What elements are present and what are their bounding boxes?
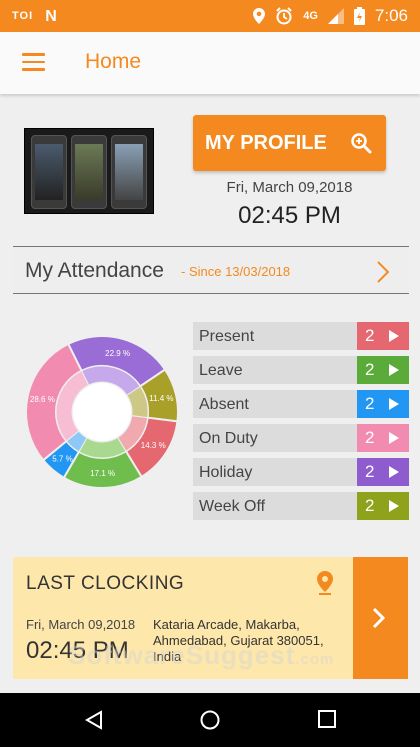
donut-value-label: 17.1 % (90, 469, 115, 478)
attendance-legend-row[interactable]: Present 2 (193, 322, 409, 350)
last-clocking-date: Fri, March 09,2018 (26, 617, 136, 632)
count-value: 2 (365, 462, 375, 481)
count-badge[interactable]: 2 (357, 322, 409, 350)
attendance-legend-row[interactable]: On Duty 2 (193, 424, 409, 452)
location-pin-icon[interactable] (317, 571, 333, 595)
donut-value-label: 5.7 % (52, 454, 72, 463)
attendance-legend-row[interactable]: Week Off 2 (193, 492, 409, 520)
system-nav-bar (0, 693, 420, 747)
attendance-legend-row[interactable]: Absent 2 (193, 390, 409, 418)
watermark-suffix: .com (295, 651, 335, 668)
count-badge[interactable]: 2 (357, 492, 409, 520)
legend-label: Holiday (199, 464, 253, 481)
search-icon (351, 133, 372, 154)
play-arrow-icon (389, 364, 399, 376)
status-left: TOI N (12, 8, 58, 26)
my-profile-button[interactable]: MY PROFILE (193, 115, 386, 171)
count-badge[interactable]: 2 (357, 424, 409, 452)
count-badge[interactable]: 2 (357, 458, 409, 486)
page-title: Home (85, 50, 142, 73)
status-right: 4G 7:06 (253, 6, 408, 26)
clock-time: 7:06 (374, 6, 408, 25)
phone-mockup (71, 135, 107, 209)
legend-label: Present (199, 328, 255, 345)
current-time: 02:45 PM (238, 202, 341, 229)
n-notification-icon: N (45, 8, 58, 25)
status-bar: TOI N 4G 7:06 (0, 0, 420, 32)
network-type: 4G (303, 10, 318, 22)
location-icon (253, 8, 266, 24)
signal-icon (327, 8, 344, 24)
last-clocking-title: LAST CLOCKING (26, 573, 185, 594)
phone-mockup (31, 135, 67, 209)
my-attendance-row[interactable]: My Attendance - Since 13/03/2018 (13, 246, 409, 294)
donut-value-label: 14.3 % (141, 441, 166, 450)
play-arrow-icon (389, 466, 399, 478)
count-badge[interactable]: 2 (357, 390, 409, 418)
count-value: 2 (365, 394, 375, 413)
last-clocking-arrow-button[interactable] (353, 557, 408, 679)
play-arrow-icon (389, 330, 399, 342)
chevron-right-icon (377, 261, 389, 283)
attendance-title: My Attendance (25, 259, 164, 282)
app-screenshots-image (24, 128, 154, 214)
app-bar: Home (0, 32, 420, 94)
count-value: 2 (365, 428, 375, 447)
carrier-label: TOI (12, 10, 34, 22)
current-date: Fri, March 09,2018 (226, 179, 353, 196)
count-value: 2 (365, 360, 375, 379)
watermark: SoftwareSuggest.com (68, 640, 334, 671)
home-icon[interactable] (200, 710, 220, 730)
legend-label: Week Off (199, 498, 266, 515)
attendance-since: - Since 13/03/2018 (181, 264, 291, 279)
play-arrow-icon (389, 432, 399, 444)
chevron-right-icon (372, 607, 386, 629)
count-badge[interactable]: 2 (357, 356, 409, 384)
alarm-icon (276, 7, 292, 25)
donut-value-label: 22.9 % (105, 349, 130, 358)
legend-label: On Duty (199, 430, 258, 447)
menu-icon[interactable] (22, 53, 45, 71)
donut-value-label: 11.4 % (149, 394, 173, 403)
watermark-text: SoftwareSuggest (68, 640, 296, 670)
recents-icon[interactable] (318, 710, 336, 728)
phone-mockup (111, 135, 147, 209)
legend-label: Leave (199, 362, 243, 379)
donut-center (73, 383, 131, 441)
attendance-legend-row[interactable]: Leave 2 (193, 356, 409, 384)
battery-icon (353, 7, 365, 25)
back-icon[interactable] (84, 710, 104, 730)
count-value: 2 (365, 326, 375, 345)
donut-value-label: 28.6 % (30, 395, 55, 404)
play-arrow-icon (389, 398, 399, 410)
count-value: 2 (365, 496, 375, 515)
attendance-legend-row[interactable]: Holiday 2 (193, 458, 409, 486)
attendance-donut-chart: 22.9 % 11.4 % 14.3 % 17.1 % 5.7 % 28.6 % (25, 335, 179, 489)
legend-label: Absent (199, 396, 249, 413)
my-profile-label: MY PROFILE (205, 132, 327, 154)
play-arrow-icon (389, 500, 399, 512)
